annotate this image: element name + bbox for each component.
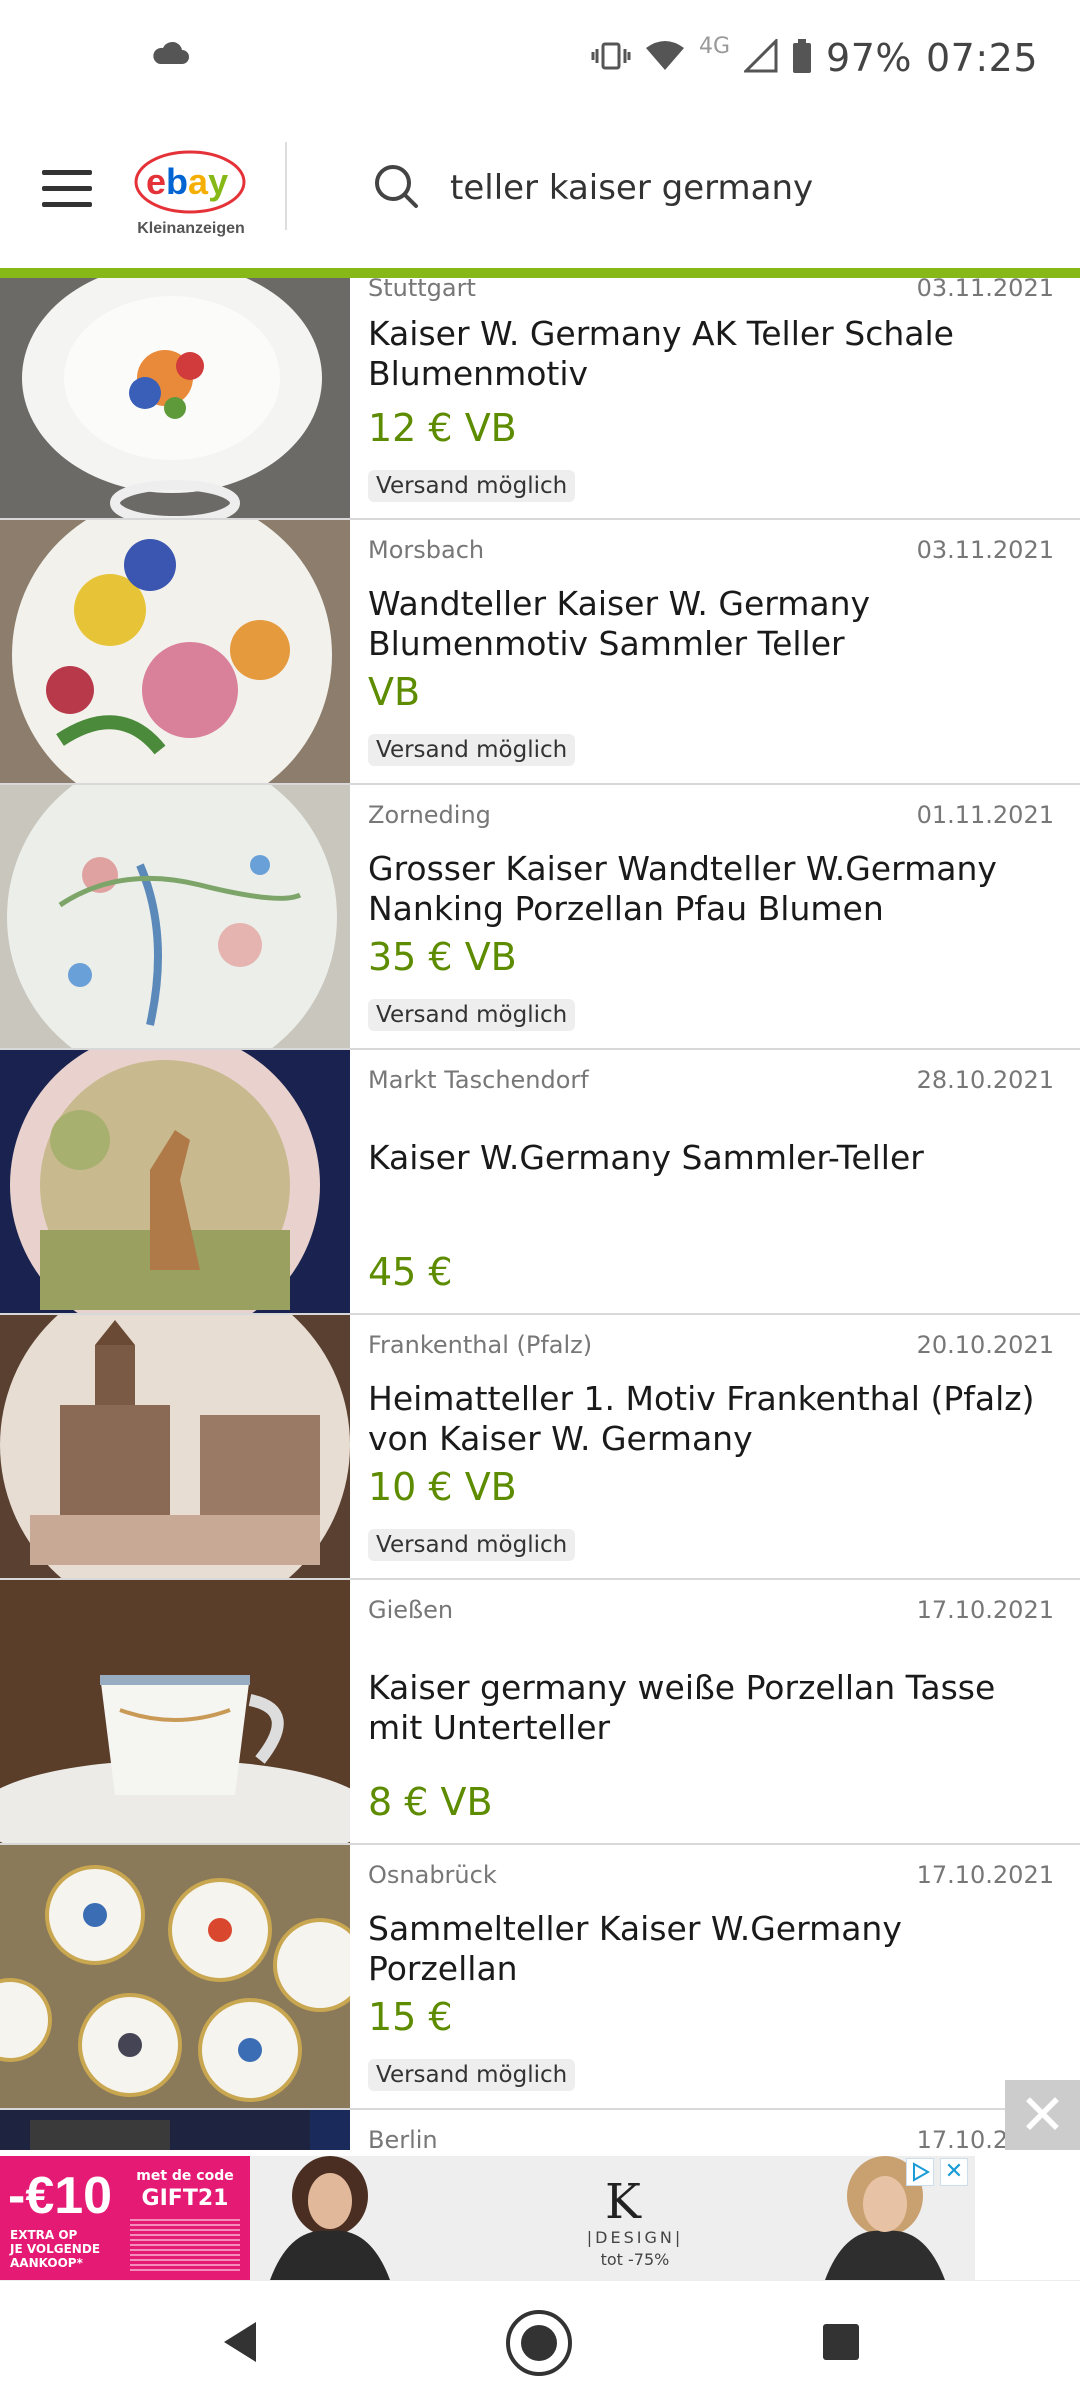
listing-item[interactable]: Gießen 17.10.2021 Kaiser germany weiße P… [0,1580,1080,1845]
listing-thumbnail [0,1580,350,1843]
cloud-icon [150,40,190,70]
listing-location: Osnabrück [368,1861,497,1889]
app-bar: ebay Kleinanzeigen [0,120,1080,270]
clock: 07:25 [925,36,1038,80]
listing-thumbnail [0,785,350,1048]
shipping-badge: Versand möglich [368,734,576,766]
listing-price: VB [368,670,421,714]
status-bar: 4G 97% 07:25 [0,0,1080,120]
listing-item[interactable]: Morsbach 03.11.2021 Wandteller Kaiser W.… [0,520,1080,785]
search-input[interactable] [450,158,1030,218]
listing-thumbnail [0,278,350,518]
battery-icon [792,39,812,77]
ad-brand-logo: K [605,2174,641,2230]
listing-date: 03.11.2021 [916,278,1054,302]
ad-promo[interactable]: -€10 EXTRA OP JE VOLGENDE AANKOOP* met d… [0,2156,250,2280]
listing-item[interactable]: Stuttgart 03.11.2021 Kaiser W. Germany A… [0,278,1080,520]
svg-text:ebay: ebay [146,161,228,202]
listing-location: Stuttgart [368,278,476,302]
listing-title[interactable]: Sammelteller Kaiser W.Germany Porzellan [368,1909,1044,1989]
ad-brand-name: |DESIGN| [586,2228,684,2247]
listing-thumbnail [0,1845,350,2108]
listing-title[interactable]: Kaiser W. Germany AK Teller Schale Blume… [368,314,1044,394]
listing-thumbnail [0,1050,350,1313]
listing-thumbnail [0,520,350,783]
listing-location: Markt Taschendorf [368,1066,589,1094]
recents-icon[interactable] [823,2324,859,2360]
listing-location: Morsbach [368,536,485,564]
ad-image[interactable]: K |DESIGN| tot -75% [250,2156,975,2280]
menu-icon[interactable] [42,170,92,210]
listing-title[interactable]: Kaiser W.Germany Sammler-Teller [368,1138,1044,1178]
listing-price: 10 € VB [368,1465,517,1509]
shipping-badge: Versand möglich [368,2059,576,2091]
ebay-kleinanzeigen-logo[interactable]: ebay Kleinanzeigen [132,142,250,252]
search-icon[interactable] [372,162,420,214]
listing-date: 20.10.2021 [916,1331,1054,1359]
listing-price: 12 € VB [368,406,517,450]
listing-price: 45 € [368,1250,453,1294]
home-icon[interactable] [503,2307,575,2383]
listing-title[interactable]: Heimatteller 1. Motiv Frankenthal (Pfalz… [368,1379,1044,1459]
results-list[interactable]: Stuttgart 03.11.2021 Kaiser W. Germany A… [0,278,1080,2150]
logo-subtitle: Kleinanzeigen [137,220,245,237]
ad-discount: -€10 [8,2167,113,2225]
listing-date: 17.10.2021 [916,1861,1054,1889]
listing-location: Gießen [368,1596,454,1624]
listing-item[interactable]: Frankenthal (Pfalz) 20.10.2021 Heimattel… [0,1315,1080,1580]
listing-price: 15 € [368,1995,453,2039]
ad-small-text: EXTRA OP JE VOLGENDE AANKOOP* [10,2228,101,2270]
divider [285,142,287,230]
ad-close-icon[interactable]: ✕ [940,2158,968,2186]
back-icon[interactable] [220,2319,260,2369]
wifi-icon [645,40,685,76]
ad-offer: tot -75% [600,2250,670,2269]
listing-location: Zorneding [368,801,491,829]
battery-percent: 97% [826,36,912,80]
listing-thumbnail [0,1315,350,1578]
listing-date: 17.10.2021 [916,1596,1054,1624]
ad-code-label: met de code [136,2168,234,2184]
ad-choices-icon[interactable] [906,2158,934,2186]
ad-fine-print [130,2216,240,2272]
vibrate-icon [591,40,631,76]
listing-date: 03.11.2021 [916,536,1054,564]
listing-price: 8 € VB [368,1780,493,1824]
listing-title[interactable]: Wandteller Kaiser W. Germany Blumenmotiv… [368,584,1044,664]
listing-title[interactable]: Kaiser germany weiße Porzellan Tasse mit… [368,1668,1044,1748]
accent-bar [0,268,1080,278]
listing-location: Berlin [368,2126,438,2150]
system-nav-bar [0,2280,1080,2400]
listing-item[interactable]: Berlin 17.10.2021 [0,2110,1080,2150]
listing-price: 35 € VB [368,935,517,979]
ad-banner[interactable]: -€10 EXTRA OP JE VOLGENDE AANKOOP* met d… [0,2150,1080,2280]
shipping-badge: Versand möglich [368,1529,576,1561]
listing-location: Frankenthal (Pfalz) [368,1331,593,1359]
listing-date: 28.10.2021 [916,1066,1054,1094]
shipping-badge: Versand möglich [368,999,576,1031]
network-type: 4G [698,33,731,59]
listing-item[interactable]: Zorneding 01.11.2021 Grosser Kaiser Wand… [0,785,1080,1050]
close-ad-button[interactable]: ✕ [1005,2080,1080,2155]
listing-item[interactable]: Osnabrück 17.10.2021 Sammelteller Kaiser… [0,1845,1080,2110]
shipping-badge: Versand möglich [368,470,576,502]
listing-title[interactable]: Grosser Kaiser Wandteller W.Germany Nank… [368,849,1044,929]
listing-date: 01.11.2021 [916,801,1054,829]
signal-icon [742,37,778,77]
listing-thumbnail [0,2110,350,2150]
ad-code-value: GIFT21 [141,2186,229,2211]
listing-item[interactable]: Markt Taschendorf 28.10.2021 Kaiser W.Ge… [0,1050,1080,1315]
